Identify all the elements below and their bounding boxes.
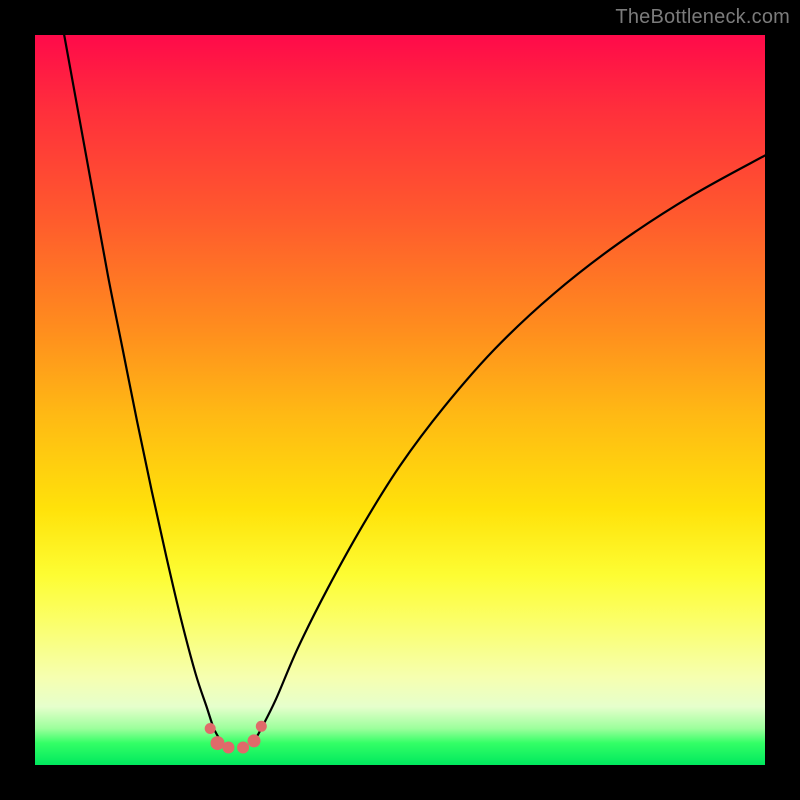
watermark-text: TheBottleneck.com [615,6,790,29]
curve-right [254,155,765,741]
valley-marker [237,741,249,753]
valley-marker [205,723,216,734]
chart-frame: TheBottleneck.com [0,0,800,800]
valley-marker [211,736,225,750]
plot-area [35,35,765,765]
valley-marker [248,734,261,747]
valley-marker [222,741,234,753]
valley-markers [205,721,267,754]
valley-marker [256,721,267,732]
curve-left [64,35,221,742]
chart-svg [35,35,765,765]
